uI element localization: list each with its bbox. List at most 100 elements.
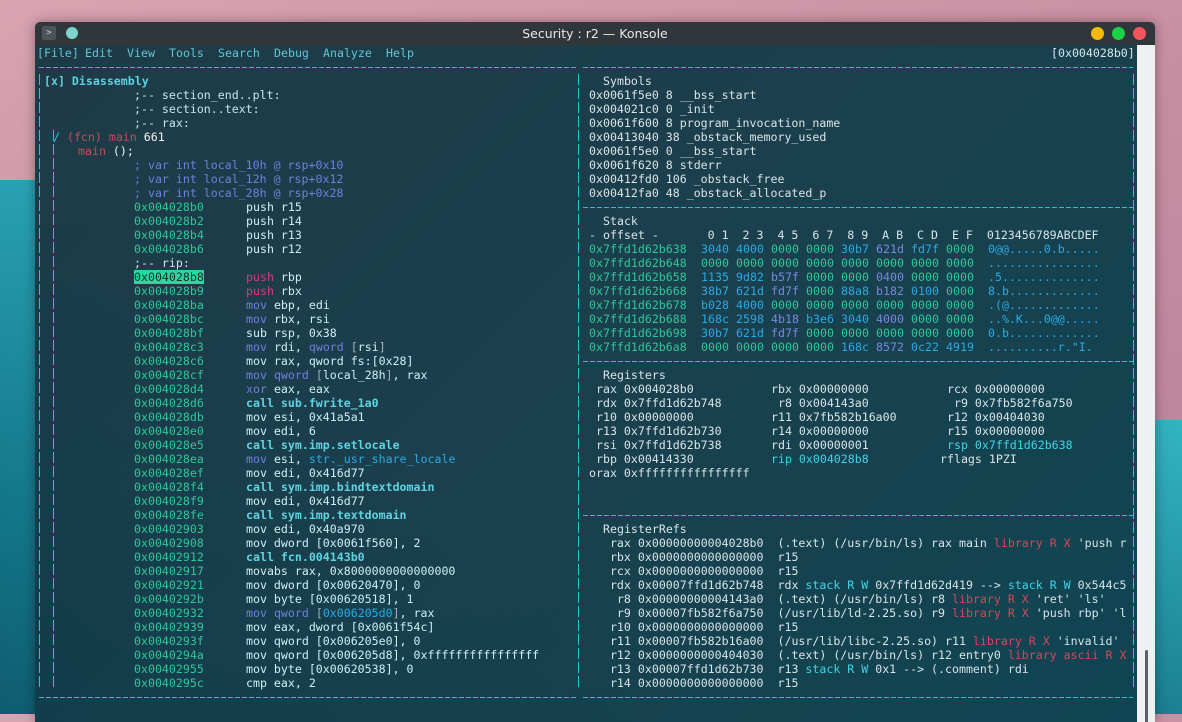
register-ref-row[interactable]: rax 0x00000000004028b0 (.text) (/usr/bin…: [589, 536, 1127, 550]
symbol-row[interactable]: 0x0061f600 8 program_invocation_name: [589, 116, 840, 130]
instruction[interactable]: mov edi, 0x416d77: [246, 466, 365, 480]
instruction[interactable]: mov qword [local_28h], rax: [246, 368, 428, 382]
register-ref-row[interactable]: rdx 0x00007ffd1d62b748 rdx stack R W 0x7…: [589, 578, 1127, 592]
instruction[interactable]: mov qword [0x006205e0], 0: [246, 634, 421, 648]
instruction[interactable]: mov byte [0x00620538], 0: [246, 662, 414, 676]
instruction[interactable]: mov eax, dword [0x0061f54c]: [246, 620, 434, 634]
instruction[interactable]: mov edi, 0x416d77: [246, 494, 365, 508]
stack-offset[interactable]: 0x7ffd1d62b698: [589, 326, 687, 340]
instruction[interactable]: call sym.imp.bindtextdomain: [246, 480, 434, 494]
instruction[interactable]: mov dword [0x00620470], 0: [246, 578, 421, 592]
register-r9[interactable]: r9 0x7fb582f6a750: [940, 396, 1073, 410]
instruction-address[interactable]: 0x004028b0: [134, 200, 204, 214]
register-r13[interactable]: r13 0x7ffd1d62b730: [589, 424, 722, 438]
instruction[interactable]: mov rax, qword fs:[0x28]: [246, 354, 414, 368]
instruction-address[interactable]: 0x004028ba: [134, 298, 204, 312]
instruction-address[interactable]: 0x00402912: [134, 550, 204, 564]
instruction[interactable]: mov esi, 0x41a5a1: [246, 410, 365, 424]
menu-edit[interactable]: Edit: [85, 46, 113, 60]
symbol-row[interactable]: 0x0061f620 8 stderr: [589, 158, 722, 172]
close-button[interactable]: [1133, 27, 1146, 40]
instruction[interactable]: call sym.imp.setlocale: [246, 438, 400, 452]
menu-tools[interactable]: Tools: [169, 46, 204, 60]
register-r11[interactable]: r11 0x7fb582b16a00: [764, 410, 897, 424]
instruction[interactable]: push r15: [246, 200, 302, 214]
instruction-address[interactable]: 0x004028d6: [134, 396, 204, 410]
register-rip[interactable]: rip 0x004028b8: [764, 452, 869, 466]
stack-panel-title[interactable]: Stack: [603, 214, 638, 228]
title-bar[interactable]: > Security : r2 — Konsole: [35, 22, 1155, 45]
registerrefs-panel-title[interactable]: RegisterRefs: [603, 522, 687, 536]
menu-debug[interactable]: Debug: [274, 46, 309, 60]
instruction-address[interactable]: 0x004028d4: [134, 382, 204, 396]
symbol-row[interactable]: 0x00412fa0 48 _obstack_allocated_p: [589, 186, 826, 200]
symbols-panel-title[interactable]: Symbols: [603, 74, 652, 88]
instruction[interactable]: mov dword [0x0061f560], 2: [246, 536, 421, 550]
instruction-address[interactable]: 0x00402903: [134, 522, 204, 536]
instruction[interactable]: sub rsp, 0x38: [246, 326, 337, 340]
instruction-address[interactable]: 0x004028f9: [134, 494, 204, 508]
stack-offset[interactable]: 0x7ffd1d62b678: [589, 298, 687, 312]
instruction-address[interactable]: 0x004028bf: [134, 326, 204, 340]
instruction-address[interactable]: 0x00402921: [134, 578, 204, 592]
register-r15[interactable]: r15 0x00000000: [940, 424, 1045, 438]
register-orax[interactable]: orax 0xffffffffffffffff: [589, 466, 750, 480]
stack-offset[interactable]: 0x7ffd1d62b6a8: [589, 340, 687, 354]
instruction-address[interactable]: 0x0040292b: [134, 592, 204, 606]
terminal-area[interactable]: [File] Edit View Tools Search Debug Analyze Hel…: [35, 45, 1137, 722]
register-rax[interactable]: rax 0x004028b0: [589, 382, 694, 396]
instruction[interactable]: movabs rax, 0x8000000000000000: [246, 564, 455, 578]
instruction-address[interactable]: 0x004028e5: [134, 438, 204, 452]
terminal-scrollbar[interactable]: [1137, 45, 1155, 722]
register-ref-row[interactable]: rbx 0x0000000000000000 r15: [589, 550, 799, 564]
menu-help[interactable]: Help: [386, 46, 414, 60]
instruction-address[interactable]: 0x004028f4: [134, 480, 204, 494]
disassembly-panel-title[interactable]: [x] Disassembly: [44, 74, 149, 88]
instruction[interactable]: push r14: [246, 214, 302, 228]
register-ref-row[interactable]: r12 0x0000000000404030 (.text) (/usr/bin…: [589, 648, 1127, 662]
current-instruction-address[interactable]: 0x004028b8: [134, 270, 204, 284]
instruction[interactable]: call fcn.004143b0: [246, 550, 365, 564]
instruction-address[interactable]: 0x004028c6: [134, 354, 204, 368]
instruction-address[interactable]: 0x00402917: [134, 564, 204, 578]
instruction[interactable]: push r12: [246, 242, 302, 256]
register-rbx[interactable]: rbx 0x00000000: [764, 382, 869, 396]
instruction-address[interactable]: 0x0040293f: [134, 634, 204, 648]
instruction-address[interactable]: 0x0040295c: [134, 676, 204, 690]
instruction-address[interactable]: 0x00402939: [134, 620, 204, 634]
minimize-button[interactable]: [1091, 27, 1104, 40]
instruction[interactable]: mov edi, 6: [246, 424, 316, 438]
instruction[interactable]: mov qword [0x006205d0], rax: [246, 606, 435, 620]
register-rdx[interactable]: rdx 0x7ffd1d62b748: [589, 396, 722, 410]
instruction-address[interactable]: 0x00402908: [134, 536, 204, 550]
instruction[interactable]: mov esi, str._usr_share_locale: [246, 452, 455, 466]
instruction[interactable]: push rbp: [246, 270, 302, 284]
instruction[interactable]: mov edi, 0x40a970: [246, 522, 365, 536]
instruction[interactable]: call sub.fwrite_1a0: [246, 396, 379, 410]
menu-file[interactable]: [File]: [37, 46, 79, 60]
instruction[interactable]: call sym.imp.textdomain: [246, 508, 407, 522]
register-r8[interactable]: r8 0x004143a0: [764, 396, 869, 410]
instruction[interactable]: cmp eax, 2: [246, 676, 316, 690]
register-rflags[interactable]: rflags 1PZI: [940, 452, 1017, 466]
instruction-address[interactable]: 0x004028ef: [134, 466, 204, 480]
registers-panel-title[interactable]: Registers: [603, 368, 666, 382]
instruction-address[interactable]: 0x004028bc: [134, 312, 204, 326]
menu-view[interactable]: View: [127, 46, 155, 60]
register-ref-row[interactable]: rcx 0x0000000000000000 r15: [589, 564, 799, 578]
symbol-row[interactable]: 0x0061f5e0 8 __bss_start: [589, 88, 757, 102]
instruction-address[interactable]: 0x004028e0: [134, 424, 204, 438]
instruction-address[interactable]: 0x004028b6: [134, 242, 204, 256]
register-rbp[interactable]: rbp 0x00414330: [589, 452, 694, 466]
instruction[interactable]: mov ebp, edi: [246, 298, 330, 312]
register-rcx[interactable]: rcx 0x00000000: [940, 382, 1045, 396]
register-rdi[interactable]: rdi 0x00000001: [764, 438, 869, 452]
menu-analyze[interactable]: Analyze: [323, 46, 372, 60]
scrollbar-thumb[interactable]: [1145, 650, 1148, 722]
instruction-address[interactable]: 0x004028b9: [134, 284, 204, 298]
symbol-row[interactable]: 0x00412fd0 106 _obstack_free: [589, 172, 784, 186]
instruction-address[interactable]: 0x004028c3: [134, 340, 204, 354]
instruction-address[interactable]: 0x00402955: [134, 662, 204, 676]
register-ref-row[interactable]: r13 0x00007ffd1d62b730 r13 stack R W 0x1…: [589, 662, 1029, 676]
menu-search[interactable]: Search: [218, 46, 260, 60]
